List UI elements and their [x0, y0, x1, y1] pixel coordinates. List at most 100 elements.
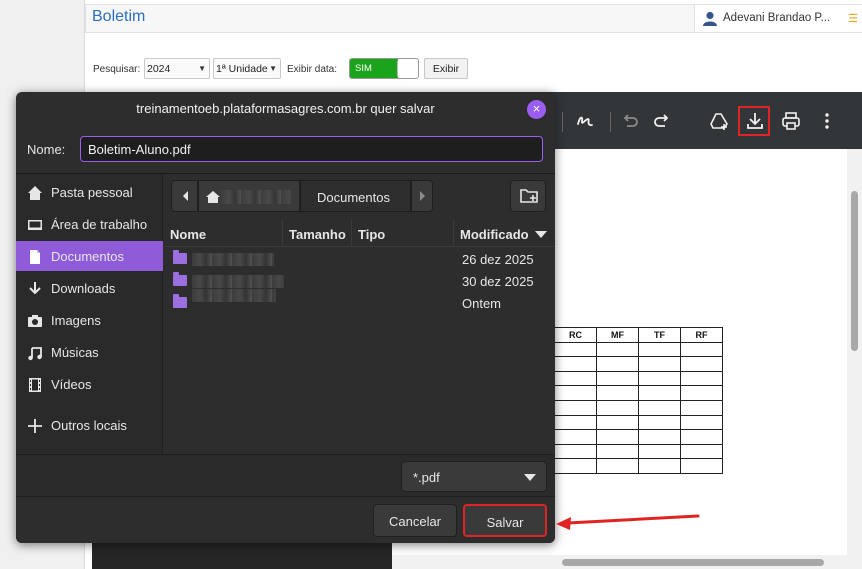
- path-home-button[interactable]: [198, 180, 300, 212]
- horizontal-scrollbar[interactable]: [392, 555, 847, 569]
- column-type[interactable]: Tipo: [352, 220, 454, 247]
- scroll-thumb[interactable]: [562, 559, 824, 566]
- redo-icon[interactable]: [651, 110, 673, 132]
- sidebar-item-label: Documentos: [51, 249, 124, 264]
- scroll-thumb[interactable]: [851, 191, 858, 351]
- name-label: Nome:: [27, 142, 66, 157]
- sidebar-item-label: Área de trabalho: [51, 217, 148, 232]
- table-row: [546, 429, 723, 445]
- column-modified-label: Modificado: [460, 227, 529, 242]
- chevron-down-icon: ▼: [198, 64, 206, 73]
- year-select[interactable]: 2024 ▼: [144, 58, 210, 79]
- table-row: [546, 370, 723, 387]
- places-sidebar: Pasta pessoal Área de trabalho Documentos D…: [16, 174, 163, 487]
- file-type-filter[interactable]: *.pdf: [401, 461, 547, 492]
- unit-select[interactable]: 1ª Unidade ▼: [213, 58, 281, 79]
- file-row[interactable]: 26 dez 2025: [164, 249, 555, 271]
- table-cell: [638, 458, 681, 474]
- table-row: [546, 443, 723, 460]
- sidebar-item-label: Outros locais: [51, 418, 127, 433]
- table-cell: [680, 429, 723, 445]
- cancel-button[interactable]: Cancelar: [373, 504, 457, 537]
- sidebar-item-outros-locais[interactable]: Outros locais: [16, 410, 163, 440]
- sidebar-item-imagens[interactable]: Imagens: [16, 305, 163, 335]
- folder-icon: [173, 294, 187, 308]
- sidebar-item-pasta-pessoal[interactable]: Pasta pessoal: [16, 177, 163, 207]
- show-date-toggle[interactable]: SIM: [349, 58, 419, 79]
- sidebar-item-label: Músicas: [51, 345, 99, 360]
- new-folder-button[interactable]: [510, 180, 546, 212]
- toolbar-divider: [562, 112, 563, 132]
- save-dialog: treinamentoeb.plataformasagres.com.br qu…: [16, 92, 555, 543]
- chevron-right-icon: [420, 191, 425, 201]
- table-cell: [554, 458, 597, 474]
- close-button[interactable]: ×: [527, 100, 546, 119]
- toolbar-divider: [610, 112, 611, 132]
- path-back-button[interactable]: [171, 180, 198, 212]
- column-size[interactable]: Tamanho: [283, 220, 352, 247]
- print-icon[interactable]: [780, 110, 802, 132]
- table-cell: [596, 356, 639, 372]
- file-name-input[interactable]: Boletim-Aluno.pdf: [80, 136, 543, 162]
- table-row: [546, 341, 723, 358]
- redacted-filename: [192, 253, 274, 266]
- show-button[interactable]: Exibir: [424, 58, 468, 79]
- more-vert-icon[interactable]: [816, 110, 838, 132]
- sidebar-item-downloads[interactable]: Downloads: [16, 273, 163, 303]
- sidebar-item-label: Pasta pessoal: [51, 185, 133, 200]
- table-row: [546, 458, 723, 474]
- sidebar-item-documentos[interactable]: Documentos: [16, 241, 163, 271]
- desktop-icon: [27, 217, 43, 233]
- path-current-button[interactable]: Documentos: [300, 180, 411, 212]
- table-cell: [596, 370, 639, 387]
- table-cell: [638, 341, 681, 358]
- undo-icon[interactable]: [619, 110, 641, 132]
- chevron-down-icon: [524, 474, 536, 481]
- table-cell: [638, 443, 681, 460]
- draw-icon[interactable]: [574, 110, 596, 132]
- sidebar-item-v-deos[interactable]: Vídeos: [16, 369, 163, 399]
- table-cell: [554, 385, 597, 401]
- table-cell: [638, 370, 681, 387]
- header-rf: RF: [680, 327, 723, 343]
- sidebar-item-label: Vídeos: [51, 377, 92, 392]
- path-forward-button[interactable]: [411, 180, 433, 212]
- table-cell: [680, 414, 723, 431]
- save-button[interactable]: Salvar: [463, 504, 547, 537]
- table-row: [546, 385, 723, 401]
- drive-add-icon[interactable]: [708, 110, 730, 132]
- sidebar-item-label: Downloads: [51, 281, 116, 296]
- new-folder-icon: [520, 189, 538, 203]
- column-modified[interactable]: Modificado: [454, 220, 555, 247]
- toggle-knob: [397, 59, 418, 78]
- table-cell: [554, 341, 597, 358]
- table-row: [546, 414, 723, 431]
- camera-icon: [27, 313, 43, 329]
- table-cell: [554, 429, 597, 445]
- unit-select-value: 1ª Unidade: [216, 63, 268, 75]
- list-menu-icon[interactable]: ☰: [848, 12, 858, 25]
- file-row[interactable]: Ontem: [164, 289, 555, 315]
- table-cell: [554, 370, 597, 387]
- table-cell: [680, 385, 723, 401]
- year-select-value: 2024: [147, 63, 171, 75]
- grades-table-body: [546, 341, 723, 474]
- sidebar-item-label: Imagens: [51, 313, 101, 328]
- filter-bar: Pesquisar: 2024 ▼ 1ª Unidade ▼ Exibir da…: [85, 58, 505, 80]
- sidebar-item--rea-de-trabalho[interactable]: Área de trabalho: [16, 209, 163, 239]
- music-icon: [27, 345, 43, 361]
- user-name: Adevani Brandao P...: [723, 12, 831, 24]
- file-type-filter-value: *.pdf: [413, 470, 440, 485]
- table-cell: [596, 399, 639, 416]
- file-modified: 30 dez 2025: [462, 274, 534, 289]
- file-modified: 26 dez 2025: [462, 252, 534, 267]
- user-menu[interactable]: Adevani Brandao P... ☰: [694, 4, 862, 33]
- sidebar-item-m-sicas[interactable]: Músicas: [16, 337, 163, 367]
- column-name[interactable]: Nome: [164, 220, 283, 247]
- document-icon: [27, 249, 43, 265]
- download-highlight: [738, 106, 770, 136]
- show-date-label: Exibir data:: [287, 64, 338, 75]
- action-row: Cancelar Salvar: [16, 496, 555, 543]
- vertical-scrollbar[interactable]: [847, 149, 862, 569]
- file-modified: Ontem: [462, 296, 502, 311]
